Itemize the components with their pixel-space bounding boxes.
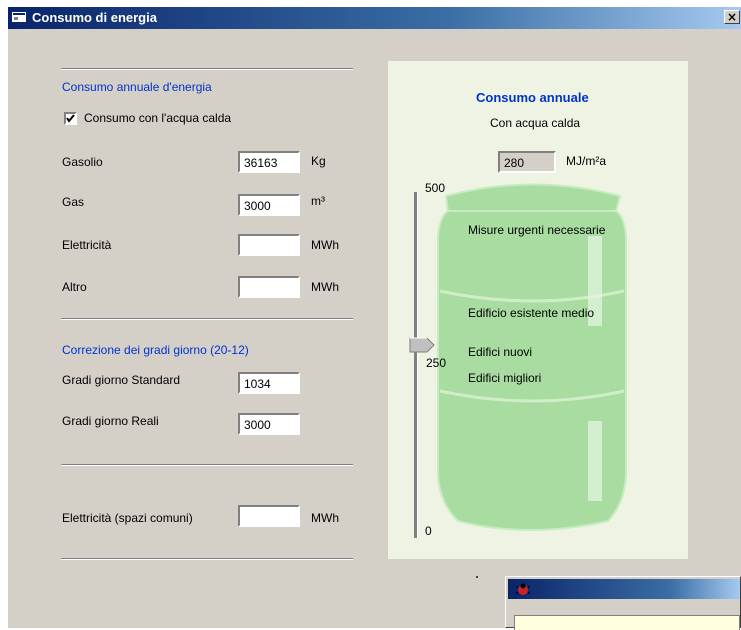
elettricita-label: Elettricità bbox=[62, 238, 112, 252]
annual-section-title: Consumo annuale d'energia bbox=[62, 80, 212, 94]
gauge-unit: MJ/m²a bbox=[566, 154, 606, 168]
elettricita-unit: MWh bbox=[311, 238, 339, 252]
checkmark-icon bbox=[66, 114, 75, 123]
degree-days-section-title: Correzione dei gradi giorno (20-12) bbox=[62, 343, 249, 357]
common-electricity-input[interactable] bbox=[238, 505, 300, 527]
gasolio-unit: Kg bbox=[311, 154, 326, 168]
hot-water-checkbox[interactable] bbox=[64, 112, 77, 125]
scale-bottom-label: 0 bbox=[425, 524, 432, 538]
gauge-value: 280 bbox=[498, 151, 556, 173]
elettricita-input[interactable] bbox=[238, 234, 300, 256]
gauge-subtitle: Con acqua calda bbox=[490, 116, 581, 130]
gas-unit: m³ bbox=[311, 194, 325, 208]
separator bbox=[61, 68, 353, 70]
common-electricity-unit: MWh bbox=[311, 511, 339, 525]
separator bbox=[61, 464, 353, 466]
slider-track bbox=[414, 192, 418, 538]
gas-label: Gas bbox=[62, 195, 85, 209]
separator bbox=[61, 318, 353, 320]
level-average: Edificio esistente medio bbox=[468, 306, 595, 320]
gas-input[interactable]: 3000 bbox=[238, 194, 300, 216]
bug-icon bbox=[516, 583, 530, 595]
level-best: Edifici migliori bbox=[468, 371, 542, 385]
real-input[interactable]: 3000 bbox=[238, 413, 300, 435]
altro-input[interactable] bbox=[238, 276, 300, 298]
altro-unit: MWh bbox=[311, 280, 339, 294]
slider-thumb[interactable] bbox=[409, 334, 435, 356]
gasolio-input[interactable]: 36163 bbox=[238, 151, 300, 173]
child-window-title-bar bbox=[508, 579, 740, 599]
separator bbox=[61, 558, 353, 560]
close-button[interactable]: × bbox=[724, 10, 740, 24]
hot-water-label: Consumo con l'acqua calda bbox=[84, 111, 232, 125]
scale-mid-label: 250 bbox=[426, 356, 447, 370]
altro-label: Altro bbox=[62, 280, 87, 294]
gasolio-label: Gasolio bbox=[62, 155, 103, 169]
level-urgent: Misure urgenti necessarie bbox=[468, 223, 606, 237]
common-electricity-label: Elettricità (spazi comuni) bbox=[62, 511, 193, 525]
child-window[interactable] bbox=[505, 576, 741, 630]
window-icon bbox=[12, 12, 26, 22]
real-label: Gradi giorno Reali bbox=[62, 414, 159, 428]
dot-mark bbox=[476, 576, 478, 578]
level-new: Edifici nuovi bbox=[468, 345, 533, 359]
gauge-title: Consumo annuale bbox=[476, 90, 589, 105]
standard-input[interactable]: 1034 bbox=[238, 372, 300, 394]
scale-top-label: 500 bbox=[425, 181, 446, 195]
title-bar: Consumo di energia × bbox=[8, 7, 741, 29]
standard-label: Gradi giorno Standard bbox=[62, 373, 181, 387]
window-title: Consumo di energia bbox=[32, 10, 157, 25]
